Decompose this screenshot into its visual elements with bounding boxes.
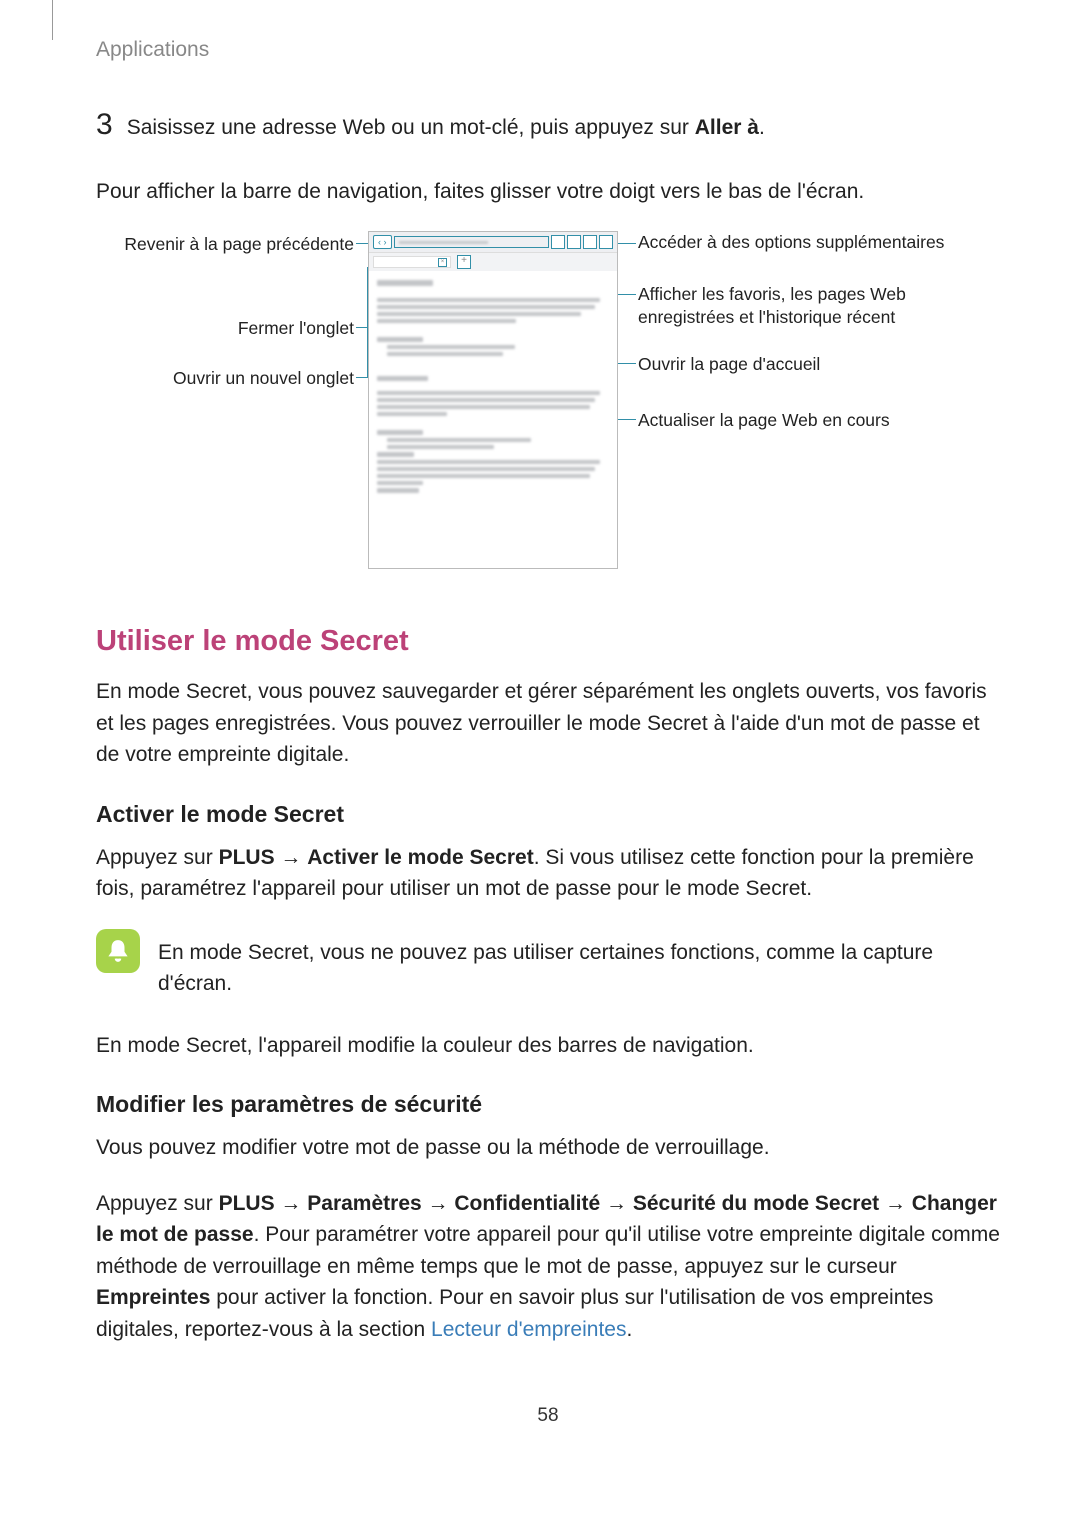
note-block: En mode Secret, vous ne pouvez pas utili…	[96, 929, 1000, 1008]
menu-secret-security: Sécurité du mode Secret	[633, 1192, 879, 1215]
callout-home-page: Ouvrir la page d'accueil	[638, 353, 968, 376]
callout-refresh: Actualiser la page Web en cours	[638, 409, 968, 432]
heading-security: Modifier les paramètres de sécurité	[96, 1091, 1000, 1118]
text: Appuyez sur	[96, 846, 219, 869]
arrow-icon: →	[275, 846, 308, 869]
step-text-bold: Aller à	[695, 116, 759, 139]
toggle-fingerprints: Empreintes	[96, 1286, 210, 1309]
secret-mode-desc: En mode Secret, vous pouvez sauvegarder …	[96, 676, 1000, 771]
section-header: Applications	[96, 38, 1000, 62]
link-fingerprint-reader[interactable]: Lecteur d'empreintes	[431, 1318, 626, 1341]
heading-secret-mode: Utiliser le mode Secret	[96, 625, 1000, 658]
callout-more-options: Accéder à des options supplémentaires	[638, 231, 968, 254]
step-text-prefix: Saisissez une adresse Web ou un mot-clé,…	[127, 116, 695, 139]
step-text-suffix: .	[759, 116, 765, 139]
more-icon	[599, 235, 613, 249]
text: Appuyez sur	[96, 1192, 219, 1215]
callout-close-tab: Fermer l'onglet	[98, 317, 354, 340]
address-bar	[394, 236, 550, 248]
security-instruction: Appuyez sur PLUS → Paramètres → Confiden…	[96, 1188, 1000, 1346]
menu-activate-secret: Activer le mode Secret	[307, 846, 533, 869]
menu-plus: PLUS	[219, 846, 275, 869]
note-bell-icon	[96, 929, 140, 973]
note-text: En mode Secret, vous ne pouvez pas utili…	[158, 937, 1000, 1000]
heading-activate: Activer le mode Secret	[96, 801, 1000, 828]
section-divider	[52, 0, 53, 40]
arrow-icon: →	[879, 1192, 912, 1215]
page-content-placeholder	[369, 271, 617, 502]
home-icon	[567, 235, 581, 249]
arrow-icon: →	[600, 1192, 633, 1215]
step-number: 3	[96, 108, 113, 142]
bookmark-icon	[583, 235, 597, 249]
text: .	[626, 1318, 632, 1341]
nav-bar-instruction: Pour afficher la barre de navigation, fa…	[96, 176, 1000, 208]
new-tab-icon: +	[457, 255, 471, 269]
browser-tab: ×	[373, 256, 451, 268]
phone-mockup: ‹ › × +	[368, 231, 618, 569]
browser-diagram: Revenir à la page précédente Fermer l'on…	[98, 231, 998, 581]
menu-settings: Paramètres	[307, 1192, 421, 1215]
menu-privacy: Confidentialité	[454, 1192, 600, 1215]
callout-prev-page: Revenir à la page précédente	[98, 233, 354, 256]
callout-new-tab: Ouvrir un nouvel onglet	[98, 367, 354, 390]
back-forward-icon: ‹ ›	[373, 235, 392, 249]
step-3: 3 Saisissez une adresse Web ou un mot-cl…	[96, 108, 1000, 144]
close-tab-icon: ×	[438, 258, 447, 267]
arrow-icon: →	[275, 1192, 308, 1215]
menu-plus: PLUS	[219, 1192, 275, 1215]
browser-toolbar: ‹ ›	[369, 232, 617, 253]
callout-bookmarks: Afficher les favoris, les pages Web enre…	[638, 283, 968, 329]
step-text: Saisissez une adresse Web ou un mot-clé,…	[127, 112, 765, 144]
arrow-icon: →	[422, 1192, 455, 1215]
activate-instruction: Appuyez sur PLUS → Activer le mode Secre…	[96, 842, 1000, 905]
page-number: 58	[96, 1405, 1000, 1427]
tab-bar: × +	[369, 253, 617, 271]
secret-navbar-color: En mode Secret, l'appareil modifie la co…	[96, 1030, 1000, 1062]
refresh-icon	[551, 235, 565, 249]
security-p1: Vous pouvez modifier votre mot de passe …	[96, 1132, 1000, 1164]
